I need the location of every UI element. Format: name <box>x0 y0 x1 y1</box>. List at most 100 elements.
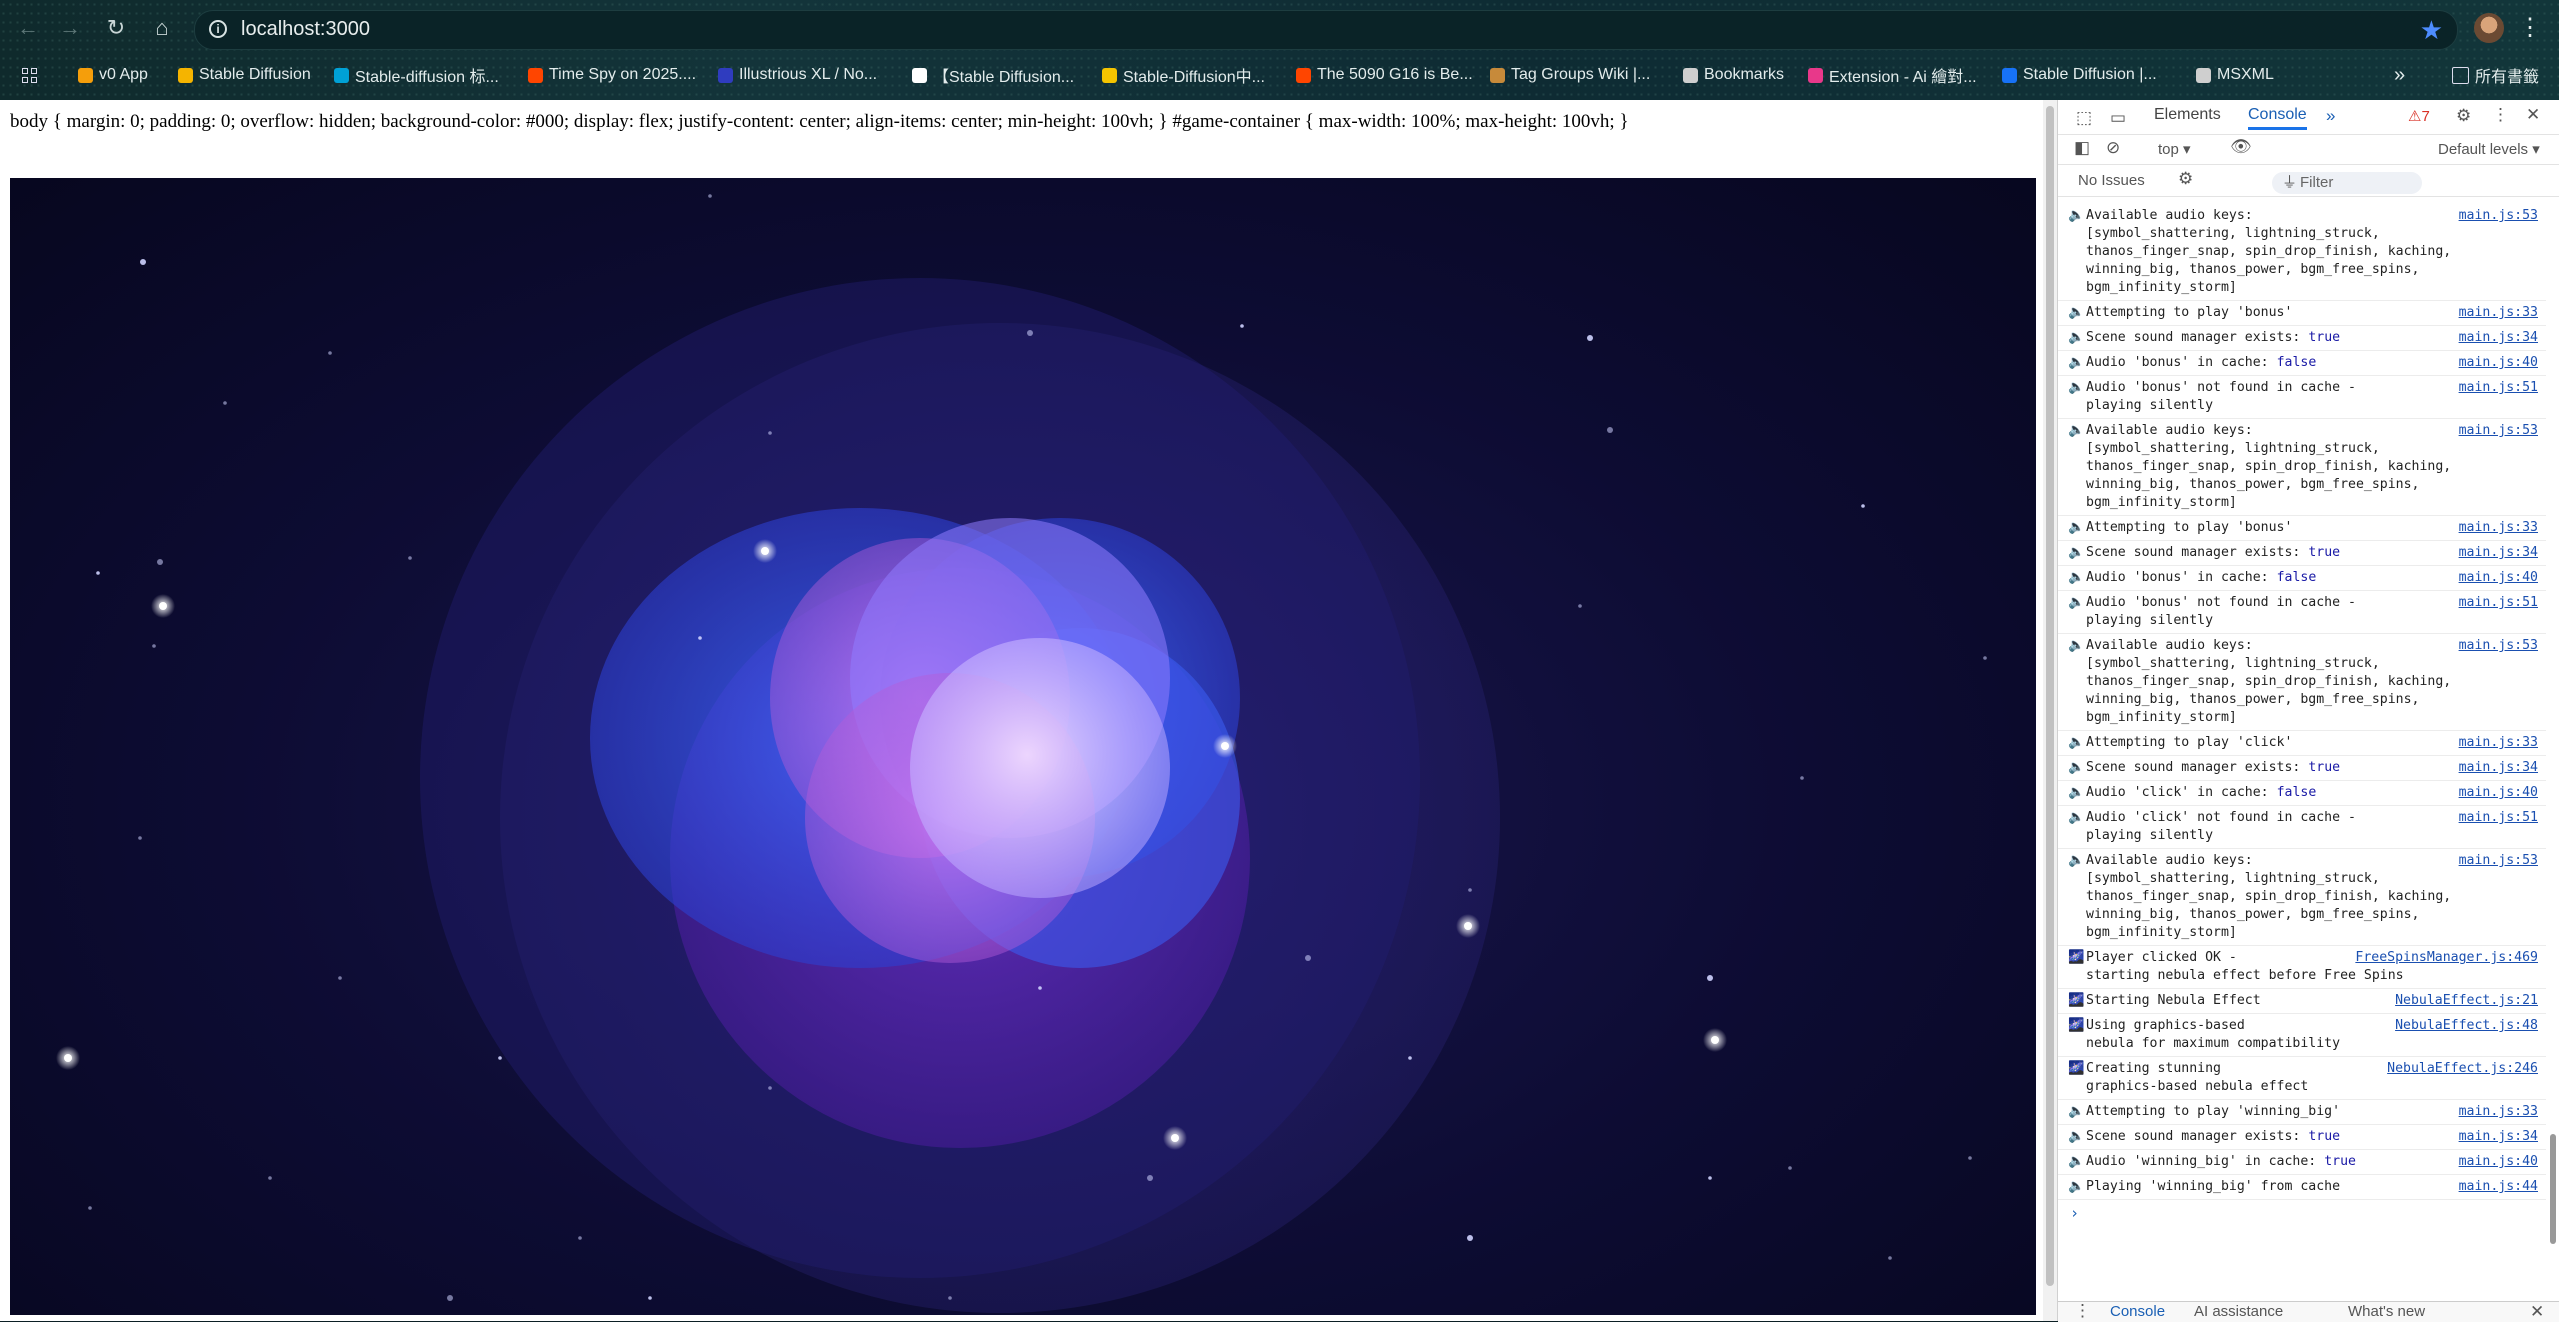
console-message[interactable]: 🔈 Available audio keys: [symbol_shatterin… <box>2058 634 2546 731</box>
console-source-link[interactable]: main.js:34 <box>2454 1128 2538 1146</box>
all-bookmarks-folder[interactable]: 所有書籤 <box>2452 64 2539 86</box>
console-source-link[interactable]: FreeSpinsManager.js:469 <box>2351 949 2538 967</box>
bookmark-item[interactable]: Stable-Diffusion中... <box>1102 64 1265 86</box>
console-message[interactable]: 🔈 Audio 'click' in cache: false main.js:40 <box>2058 781 2546 806</box>
console-source-link[interactable]: main.js:53 <box>2454 207 2538 225</box>
site-info-icon[interactable]: i <box>209 20 227 38</box>
console-source-link[interactable]: main.js:33 <box>2454 519 2538 537</box>
url-text[interactable]: localhost:3000 <box>241 18 370 41</box>
drawer-tab-ai-assistance[interactable]: AI assistance <box>2194 1303 2283 1320</box>
bookmark-item[interactable]: Stable-diffusion 标... <box>334 64 499 86</box>
console-source-link[interactable]: main.js:51 <box>2454 809 2538 827</box>
console-source-link[interactable]: main.js:40 <box>2454 354 2538 372</box>
no-issues-label[interactable]: No Issues <box>2078 172 2145 189</box>
bookmark-item[interactable]: Stable Diffusion |... <box>2002 64 2157 86</box>
bookmark-item[interactable]: Extension - Ai 繪對... <box>1808 64 1977 86</box>
console-source-link[interactable]: main.js:33 <box>2454 734 2538 752</box>
devtools-menu-icon[interactable]: ⋮ <box>2492 105 2509 125</box>
console-source-link[interactable]: main.js:33 <box>2454 1103 2538 1121</box>
bookmark-item[interactable]: Tag Groups Wiki |... <box>1490 64 1650 86</box>
console-message[interactable]: 🌌 Player clicked OK - starting nebula eff… <box>2058 946 2546 989</box>
console-source-link[interactable]: NebulaEffect.js:21 <box>2391 992 2538 1010</box>
console-message[interactable]: 🔈 Scene sound manager exists: true main.js… <box>2058 1125 2546 1150</box>
reload-icon[interactable]: ↻ <box>102 14 130 42</box>
console-message[interactable]: 🔈 Scene sound manager exists: true main.js… <box>2058 326 2546 351</box>
close-devtools-icon[interactable]: ✕ <box>2526 105 2540 125</box>
browser-menu-icon[interactable]: ⋮ <box>2518 10 2542 46</box>
console-source-link[interactable]: main.js:33 <box>2454 304 2538 322</box>
live-expression-eye-icon[interactable]: 👁 <box>2230 137 2252 157</box>
bookmark-item[interactable]: Illustrious XL / No... <box>718 64 877 86</box>
console-source-link[interactable]: main.js:51 <box>2454 379 2538 397</box>
console-source-link[interactable]: main.js:51 <box>2454 594 2538 612</box>
forward-icon[interactable]: → <box>56 14 84 42</box>
console-source-link[interactable]: main.js:40 <box>2454 784 2538 802</box>
page-scrollbar-thumb[interactable] <box>2046 106 2054 1286</box>
bookmark-item[interactable]: MSXML <box>2196 64 2274 86</box>
console-scrollbar[interactable] <box>2546 204 2559 1304</box>
console-message[interactable]: 🔈 Audio 'click' not found in cache - play… <box>2058 806 2546 849</box>
device-toolbar-icon[interactable]: ▭ <box>2110 108 2126 128</box>
console-message[interactable]: 🔈 Attempting to play 'winning_big' main.js… <box>2058 1100 2546 1125</box>
console-message[interactable]: 🌌 Using graphics-based nebula for maximum… <box>2058 1014 2546 1057</box>
console-source-link[interactable]: main.js:34 <box>2454 329 2538 347</box>
console-source-link[interactable]: main.js:44 <box>2454 1178 2538 1196</box>
console-message[interactable]: 🌌 Creating stunning graphics-based nebula… <box>2058 1057 2546 1100</box>
inspect-element-icon[interactable]: ⬚ <box>2076 108 2092 128</box>
console-message[interactable]: 🔈 Available audio keys: [symbol_shatterin… <box>2058 419 2546 516</box>
console-scrollbar-thumb[interactable] <box>2550 1134 2556 1244</box>
console-source-link[interactable]: NebulaEffect.js:48 <box>2391 1017 2538 1035</box>
drawer-tab-whats-new[interactable]: What's new <box>2348 1303 2425 1320</box>
page-scrollbar[interactable] <box>2043 100 2057 1321</box>
log-levels-select[interactable]: Default levels ▾ <box>2438 140 2540 158</box>
console-message[interactable]: 🔈 Available audio keys: [symbol_shatterin… <box>2058 204 2546 301</box>
console-message[interactable]: 🔈 Audio 'bonus' in cache: false main.js:40 <box>2058 566 2546 591</box>
more-bookmarks-icon[interactable]: » <box>2394 64 2405 86</box>
drawer-menu-icon[interactable]: ⋮ <box>2074 1301 2091 1321</box>
console-message[interactable]: 🔈 Attempting to play 'click' main.js:33 <box>2058 731 2546 756</box>
game-canvas[interactable] <box>10 178 2036 1315</box>
sidebar-toggle-icon[interactable]: ◧ <box>2074 138 2090 158</box>
bookmark-item[interactable]: Bookmarks <box>1683 64 1784 86</box>
bookmark-star-icon[interactable]: ★ <box>2420 15 2443 46</box>
console-message[interactable]: 🔈 Playing 'winning_big' from cache main.js… <box>2058 1175 2546 1200</box>
console-message[interactable]: 🔈 Attempting to play 'bonus' main.js:33 <box>2058 301 2546 326</box>
console-source-link[interactable]: NebulaEffect.js:246 <box>2383 1060 2538 1078</box>
console-prompt[interactable]: › <box>2058 1200 2546 1226</box>
drawer-tab-console[interactable]: Console <box>2110 1303 2165 1320</box>
console-message[interactable]: 🔈 Audio 'bonus' in cache: false main.js:40 <box>2058 351 2546 376</box>
context-select[interactable]: top ▾ <box>2158 140 2191 158</box>
bookmark-item[interactable]: v0 App <box>78 64 148 86</box>
apps-grid-icon[interactable] <box>22 64 37 86</box>
back-icon[interactable]: ← <box>14 14 42 42</box>
console-source-link[interactable]: main.js:53 <box>2454 637 2538 655</box>
console-message[interactable]: 🔈 Available audio keys: [symbol_shatterin… <box>2058 849 2546 946</box>
console-source-link[interactable]: main.js:40 <box>2454 1153 2538 1171</box>
close-drawer-icon[interactable]: ✕ <box>2530 1302 2544 1322</box>
bookmark-item[interactable]: Stable Diffusion <box>178 64 311 86</box>
profile-avatar[interactable] <box>2474 13 2504 43</box>
warning-icon[interactable]: ⚠7 <box>2408 107 2430 125</box>
console-message[interactable]: 🔈 Scene sound manager exists: true main.js… <box>2058 541 2546 566</box>
console-settings-gear-icon[interactable]: ⚙ <box>2178 169 2193 189</box>
clear-console-icon[interactable]: ⊘ <box>2106 138 2120 158</box>
bookmark-item[interactable]: Time Spy on 2025.... <box>528 64 696 86</box>
settings-gear-icon[interactable]: ⚙ <box>2456 106 2471 126</box>
console-source-link[interactable]: main.js:53 <box>2454 422 2538 440</box>
bookmark-item[interactable]: 【Stable Diffusion... <box>912 64 1074 86</box>
tab-elements[interactable]: Elements <box>2154 106 2221 124</box>
console-message[interactable]: 🔈 Audio 'bonus' not found in cache - play… <box>2058 376 2546 419</box>
bookmark-item[interactable]: The 5090 G16 is Be... <box>1296 64 1473 86</box>
address-bar[interactable]: i localhost:3000 ★ <box>194 10 2458 50</box>
console-message[interactable]: 🔈 Scene sound manager exists: true main.js… <box>2058 756 2546 781</box>
tab-console[interactable]: Console <box>2248 106 2307 130</box>
console-source-link[interactable]: main.js:40 <box>2454 569 2538 587</box>
console-message[interactable]: 🌌 Starting Nebula Effect NebulaEffect.js:2… <box>2058 989 2546 1014</box>
home-icon[interactable]: ⌂ <box>148 14 176 42</box>
console-source-link[interactable]: main.js:34 <box>2454 544 2538 562</box>
console-source-link[interactable]: main.js:34 <box>2454 759 2538 777</box>
console-message[interactable]: 🔈 Audio 'bonus' not found in cache - play… <box>2058 591 2546 634</box>
console-message[interactable]: 🔈 Audio 'winning_big' in cache: true main.… <box>2058 1150 2546 1175</box>
more-tabs-icon[interactable]: » <box>2326 106 2335 126</box>
console-message[interactable]: 🔈 Attempting to play 'bonus' main.js:33 <box>2058 516 2546 541</box>
